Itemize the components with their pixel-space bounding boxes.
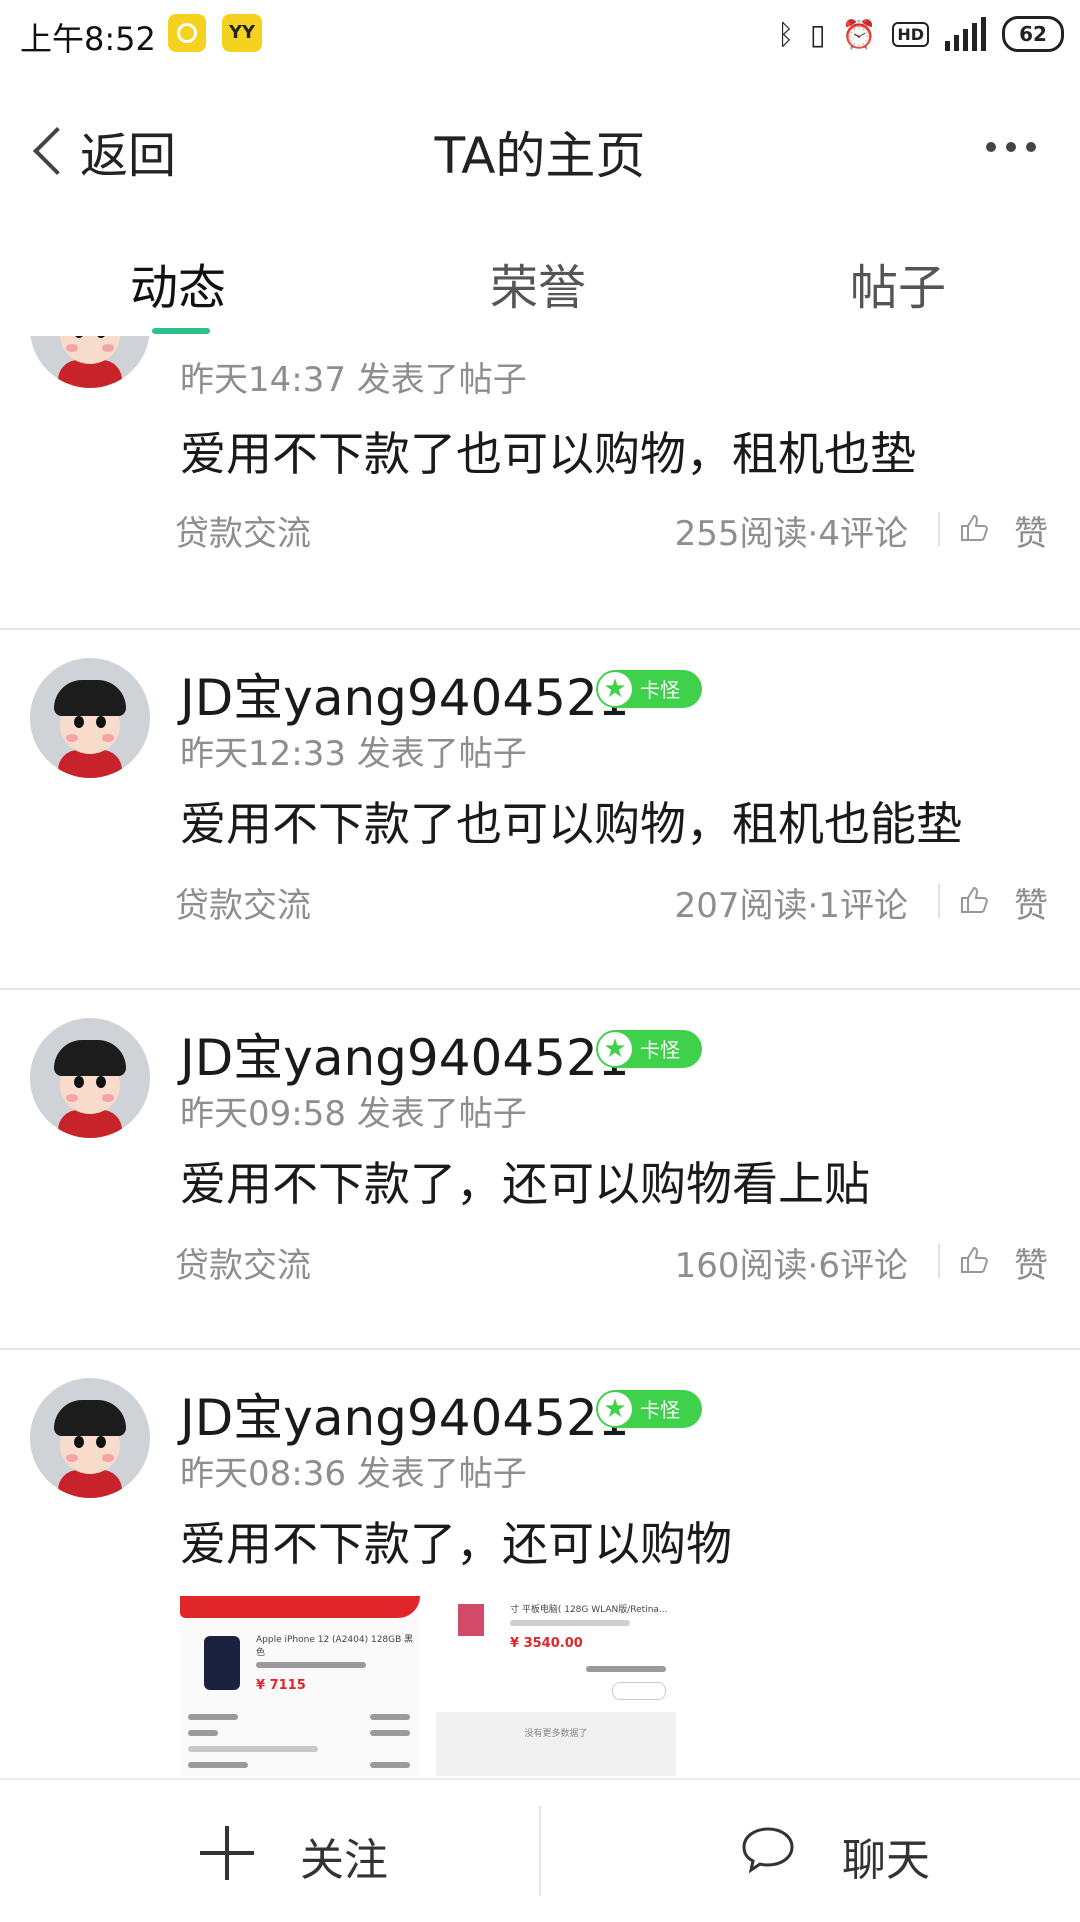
star-icon: ★ <box>598 1392 632 1426</box>
level-badge: ★ 卡怪 <box>596 670 702 708</box>
chat-button[interactable]: 聊天 <box>541 1780 1080 1922</box>
post-content[interactable]: 爱用不下款了也可以购物，租机也垫 <box>180 418 916 484</box>
alarm-icon: ⏰ <box>841 17 877 51</box>
post-stats: 207阅读·1评论 <box>674 886 908 926</box>
post-category[interactable]: 贷款交流 <box>175 1238 311 1287</box>
post-stats: 255阅读·4评论 <box>674 514 908 554</box>
post-item[interactable]: JD宝yang9404521 ★ 卡怪 昨天09:58 发表了帖子 爱用不下款了… <box>0 988 1080 1350</box>
vibrate-icon: ▯ <box>810 17 826 51</box>
username[interactable]: JD宝yang9404521 <box>180 658 630 730</box>
username[interactable]: JD宝yang9404521 <box>180 1018 630 1090</box>
divider <box>938 884 940 918</box>
post-meta: 昨天14:37 发表了帖子 <box>180 360 527 400</box>
page-title: TA的主页 <box>434 127 646 185</box>
nav-bar: 返回 TA的主页 <box>0 72 1080 212</box>
status-time: 上午8:52 <box>20 20 156 58</box>
follow-label: 关注 <box>300 1835 388 1886</box>
post-category[interactable]: 贷款交流 <box>175 506 311 555</box>
post-item[interactable]: JD宝yang9404521 ★ 卡怪 昨天08:36 发表了帖子 爱用不下款了… <box>0 1348 1080 1778</box>
post-content[interactable]: 爱用不下款了，还可以购物 <box>180 1508 732 1574</box>
post-feed[interactable]: 昨天14:37 发表了帖子 爱用不下款了也可以购物，租机也垫 贷款交流 255阅… <box>0 336 1080 1778</box>
yy-app-icon: YY <box>222 14 262 52</box>
tab-dynamics[interactable]: 动态 <box>130 248 226 318</box>
hd-icon: HD <box>892 21 929 47</box>
post-category[interactable]: 贷款交流 <box>175 878 311 927</box>
post-meta: 昨天08:36 发表了帖子 <box>180 1454 527 1494</box>
post-image-thumbnail[interactable]: 寸 平板电脑( 128G WLAN版/Retina... ¥ 3540.00 没… <box>436 1596 676 1776</box>
star-icon: ★ <box>598 1032 632 1066</box>
divider <box>938 1244 940 1278</box>
thumbs-up-icon[interactable] <box>958 1244 990 1276</box>
post-stats: 160阅读·6评论 <box>674 1246 908 1286</box>
post-images: Apple iPhone 12 (A2404) 128GB 黑色 ¥ 7115 … <box>180 1596 680 1778</box>
chat-label: 聊天 <box>842 1835 930 1886</box>
thumbs-up-icon[interactable] <box>958 884 990 916</box>
signal-icon <box>945 17 986 51</box>
like-label[interactable]: 赞 <box>1014 878 1048 927</box>
level-badge: ★ 卡怪 <box>596 1390 702 1428</box>
username[interactable]: JD宝yang9404521 <box>180 1378 630 1450</box>
post-meta: 昨天12:33 发表了帖子 <box>180 734 527 774</box>
post-content[interactable]: 爱用不下款了也可以购物，租机也能垫 <box>180 788 962 854</box>
thumbs-up-icon[interactable] <box>958 512 990 544</box>
follow-button[interactable]: 关注 <box>0 1780 539 1922</box>
tab-bar: 动态 荣誉 帖子 <box>0 212 1080 336</box>
level-badge: ★ 卡怪 <box>596 1030 702 1068</box>
like-label[interactable]: 赞 <box>1014 1238 1048 1287</box>
bottom-action-bar: 关注 聊天 <box>0 1778 1080 1922</box>
avatar[interactable] <box>30 658 150 778</box>
avatar[interactable] <box>30 1018 150 1138</box>
more-menu-icon[interactable] <box>986 142 1036 152</box>
tab-honors[interactable]: 荣誉 <box>490 248 586 318</box>
post-meta: 昨天09:58 发表了帖子 <box>180 1094 527 1134</box>
active-tab-indicator <box>152 328 210 334</box>
status-icons: ᛒ ▯ ⏰ HD 62 <box>777 12 1064 56</box>
plus-icon <box>200 1826 254 1880</box>
notification-app-icon <box>168 14 206 52</box>
tab-posts[interactable]: 帖子 <box>850 248 946 318</box>
star-icon: ★ <box>598 672 632 706</box>
post-content[interactable]: 爱用不下款了，还可以购物看上贴 <box>180 1148 870 1214</box>
divider <box>938 512 940 546</box>
post-item[interactable]: JD宝yang9404521 ★ 卡怪 昨天12:33 发表了帖子 爱用不下款了… <box>0 628 1080 990</box>
post-item[interactable]: 昨天14:37 发表了帖子 爱用不下款了也可以购物，租机也垫 贷款交流 255阅… <box>0 336 1080 630</box>
post-image-thumbnail[interactable]: Apple iPhone 12 (A2404) 128GB 黑色 ¥ 7115 <box>180 1596 420 1776</box>
bluetooth-icon: ᛒ <box>777 17 795 51</box>
like-label[interactable]: 赞 <box>1014 506 1048 555</box>
battery-icon: 62 <box>1002 16 1064 52</box>
avatar[interactable] <box>30 336 150 388</box>
status-bar: 上午8:52 YY ᛒ ▯ ⏰ HD 62 <box>0 0 1080 72</box>
chat-bubble-icon <box>742 1827 794 1874</box>
avatar[interactable] <box>30 1378 150 1498</box>
